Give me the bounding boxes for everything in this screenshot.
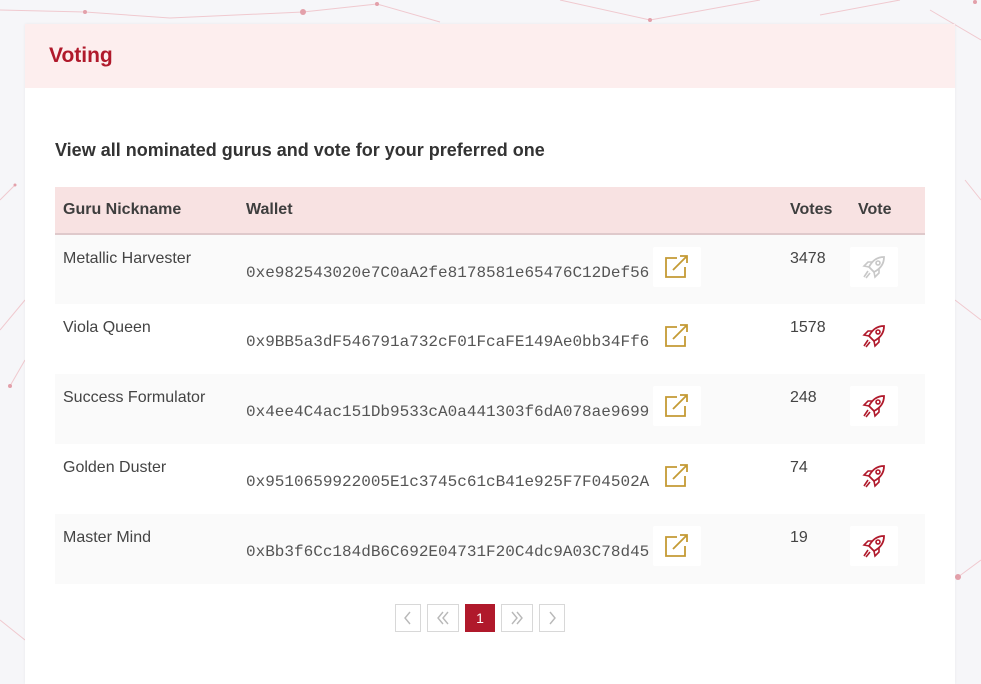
wallet-address: 0xe982543020e7C0aA2fe8178581e65476C12Def…	[246, 264, 650, 282]
wallet-wrap: 0x9BB5a3dF546791a732cF01FcaFE149Ae0bb34F…	[246, 304, 774, 356]
column-header-vote: Vote	[858, 201, 892, 218]
open-wallet-button[interactable]	[653, 247, 702, 287]
vote-button[interactable]	[850, 526, 898, 566]
external-edit-icon	[665, 464, 689, 487]
last-page-button[interactable]	[501, 604, 533, 632]
next-page-button[interactable]	[539, 604, 565, 632]
column-header-votes[interactable]: Votes	[782, 187, 850, 234]
guru-nickname: Golden Duster	[63, 459, 167, 476]
card-header: Voting	[25, 24, 955, 88]
vote-count: 19	[790, 529, 808, 546]
table-header-row: Guru Nickname Wallet Votes Vote	[55, 187, 925, 234]
wallet-cell: 0x9510659922005E1c3745c61cB41e925F7F0450…	[238, 444, 782, 514]
wallet-address: 0x9BB5a3dF546791a732cF01FcaFE149Ae0bb34F…	[246, 333, 650, 351]
external-edit-icon	[665, 394, 689, 417]
rocket-icon	[862, 325, 885, 348]
vote-button[interactable]	[850, 456, 898, 496]
wallet-wrap: 0x4ee4C4ac151Db9533cA0a441303f6dA078ae96…	[246, 374, 774, 426]
wallet-cell: 0xBb3f6Cc184dB6C692E04731F20C4dc9A03C78d…	[238, 514, 782, 584]
prev-page-button[interactable]	[395, 604, 421, 632]
vote-cell	[850, 304, 925, 374]
column-header-wallet[interactable]: Wallet	[238, 187, 782, 234]
column-header-nickname[interactable]: Guru Nickname	[55, 187, 238, 234]
vote-count: 74	[790, 459, 808, 476]
wallet-address: 0x9510659922005E1c3745c61cB41e925F7F0450…	[246, 473, 650, 491]
page-1-button[interactable]: 1	[465, 604, 495, 632]
guru-nickname: Viola Queen	[63, 319, 151, 336]
vote-count: 1578	[790, 319, 826, 336]
double-chevron-left-icon	[437, 611, 449, 625]
vote-cell	[850, 444, 925, 514]
wallet-address: 0xBb3f6Cc184dB6C692E04731F20C4dc9A03C78d…	[246, 543, 650, 561]
external-edit-icon	[665, 534, 689, 557]
wallet-cell: 0x4ee4C4ac151Db9533cA0a441303f6dA078ae96…	[238, 374, 782, 444]
first-page-button[interactable]	[427, 604, 459, 632]
intro-text: View all nominated gurus and vote for yo…	[55, 140, 545, 160]
chevron-left-icon	[404, 611, 411, 625]
open-wallet-button[interactable]	[653, 456, 702, 496]
vote-button[interactable]	[850, 386, 898, 426]
rocket-icon	[862, 256, 885, 279]
table-row: Golden Duster 0x9510659922005E1c3745c61cB…	[55, 444, 925, 514]
external-edit-icon	[665, 255, 689, 278]
vote-cell	[850, 234, 925, 304]
vote-button	[850, 247, 898, 287]
voting-card: Voting View all nominated gurus and vote…	[25, 24, 955, 684]
open-wallet-button[interactable]	[653, 526, 702, 566]
open-wallet-button[interactable]	[653, 316, 702, 356]
external-edit-icon	[665, 324, 689, 347]
wallet-address: 0x4ee4C4ac151Db9533cA0a441303f6dA078ae96…	[246, 403, 650, 421]
double-chevron-right-icon	[511, 611, 523, 625]
wallet-wrap: 0xe982543020e7C0aA2fe8178581e65476C12Def…	[246, 235, 774, 287]
pagination: 1	[395, 604, 565, 632]
table-row: Success Formulator 0x4ee4C4ac151Db9533cA0…	[55, 374, 925, 444]
guru-nickname: Success Formulator	[63, 389, 206, 406]
table-row: Metallic Harvester 0xe982543020e7C0aA2fe8…	[55, 234, 925, 304]
wallet-wrap: 0x9510659922005E1c3745c61cB41e925F7F0450…	[246, 444, 774, 496]
guru-nickname: Metallic Harvester	[63, 250, 192, 267]
guru-table: Guru Nickname Wallet Votes Vote Metallic…	[55, 187, 925, 584]
vote-count: 248	[790, 389, 817, 406]
table-row: Master Mind 0xBb3f6Cc184dB6C692E04731F20C…	[55, 514, 925, 584]
vote-button[interactable]	[850, 316, 898, 356]
vote-count: 3478	[790, 250, 826, 267]
guru-nickname: Master Mind	[63, 529, 152, 546]
wallet-cell: 0x9BB5a3dF546791a732cF01FcaFE149Ae0bb34F…	[238, 304, 782, 374]
rocket-icon	[862, 465, 885, 488]
page-title: Voting	[49, 44, 113, 67]
vote-cell	[850, 374, 925, 444]
chevron-right-icon	[549, 611, 556, 625]
rocket-icon	[862, 535, 885, 558]
rocket-icon	[862, 395, 885, 418]
vote-cell	[850, 514, 925, 584]
wallet-wrap: 0xBb3f6Cc184dB6C692E04731F20C4dc9A03C78d…	[246, 514, 774, 566]
open-wallet-button[interactable]	[653, 386, 702, 426]
table-row: Viola Queen 0x9BB5a3dF546791a732cF01FcaFE…	[55, 304, 925, 374]
wallet-cell: 0xe982543020e7C0aA2fe8178581e65476C12Def…	[238, 234, 782, 304]
